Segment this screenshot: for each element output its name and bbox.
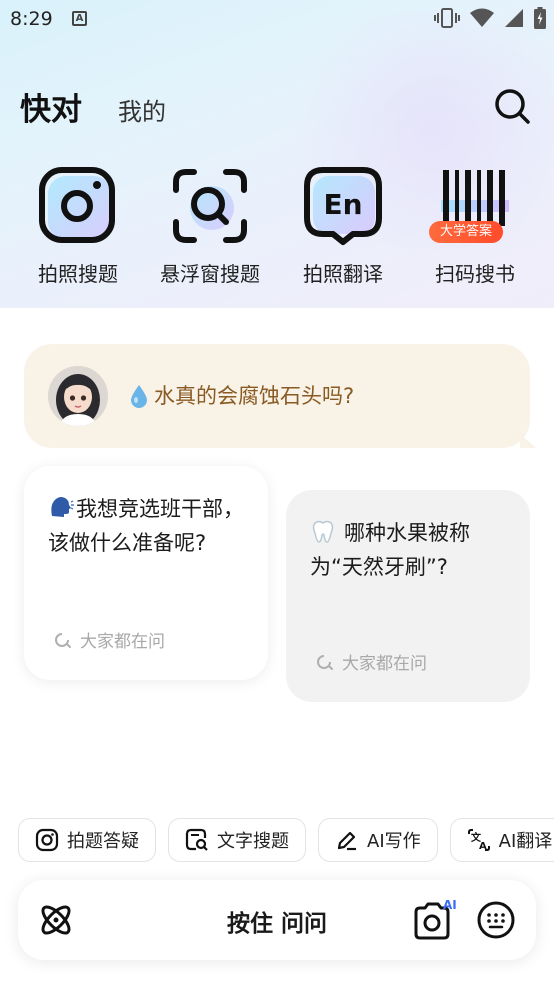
svg-text:A: A <box>479 841 487 852</box>
bottom-input-bar: 按住 问问 AI <box>18 880 536 960</box>
refresh-icon <box>317 654 333 670</box>
status-bar: 8:29 A <box>0 0 554 40</box>
tool-label: 拍照翻译 <box>303 262 383 286</box>
tool-float-search[interactable]: 悬浮窗搜题 <box>145 166 275 287</box>
hold-to-ask-button[interactable]: 按住 问问 <box>18 904 536 938</box>
card-meta-label: 大家都在问 <box>80 632 165 652</box>
question-card-text-content: 我想竞选班干部，该做什么准备呢? <box>48 497 244 555</box>
vibrate-icon <box>434 8 460 28</box>
tool-scan-book[interactable]: 大学答案 扫码搜书 <box>410 166 540 287</box>
question-card-text: 我想竞选班干部，该做什么准备呢? <box>48 492 244 560</box>
pen-icon <box>337 831 356 851</box>
card-meta: 大家都在问 <box>314 649 427 674</box>
translate-icon: 文 A <box>467 829 490 852</box>
avatar <box>48 366 108 426</box>
text-search-icon <box>185 828 208 851</box>
chip-photo-answer[interactable]: 拍题答疑 <box>18 818 156 862</box>
camera-icon <box>39 167 115 243</box>
float-search-icon <box>173 169 247 243</box>
ai-badge-text: AI <box>443 898 457 912</box>
tool-label: 扫码搜书 <box>435 262 515 286</box>
keyboard-button[interactable] <box>476 900 516 940</box>
battery-icon <box>534 7 546 29</box>
chip-label: 文字搜题 <box>217 831 289 852</box>
refresh-icon <box>55 632 71 648</box>
badge-university-answers: 大学答案 <box>429 221 503 243</box>
card-meta: 大家都在问 <box>52 627 165 652</box>
svg-text:En: En <box>323 188 362 221</box>
feature-chips: 拍题答疑 文字搜题 AI写作 文 A AI翻译 <box>18 818 554 862</box>
tool-photo-translate[interactable]: En 拍照翻译 <box>278 166 408 287</box>
tool-label: 拍照搜题 <box>38 262 118 286</box>
chip-ai-writing[interactable]: AI写作 <box>318 818 438 862</box>
tool-label: 悬浮窗搜题 <box>160 262 260 286</box>
question-card[interactable]: 哪种水果被称为“天然牙刷”? 大家都在问 <box>286 490 530 702</box>
status-icons <box>434 6 546 30</box>
signal-icon <box>505 9 523 27</box>
card-meta-label: 大家都在问 <box>342 654 427 674</box>
question-card[interactable]: 我想竞选班干部，该做什么准备呢? 大家都在问 <box>24 466 268 680</box>
search-button[interactable] <box>492 86 532 126</box>
chip-label: AI翻译 <box>498 831 553 852</box>
question-card-text: 哪种水果被称为“天然牙刷”? <box>310 516 506 584</box>
ai-camera-button[interactable]: AI <box>412 898 458 942</box>
tooth-icon <box>312 520 334 543</box>
tool-photo-search[interactable]: 拍照搜题 <box>13 166 143 287</box>
speaking-head-icon <box>51 497 74 517</box>
ai-camera-icon: AI <box>414 898 457 940</box>
translate-en-icon: En <box>304 167 382 245</box>
notification-icon: A <box>72 11 87 26</box>
wifi-icon <box>470 8 494 27</box>
camera-icon <box>35 828 59 852</box>
chip-label: AI写作 <box>367 831 421 852</box>
status-time: 8:29 <box>10 8 53 30</box>
tab-mine[interactable]: 我的 <box>118 92 166 127</box>
search-icon <box>495 89 530 124</box>
chip-text-search[interactable]: 文字搜题 <box>168 818 306 862</box>
water-drop-icon <box>131 385 147 408</box>
featured-question[interactable]: 水真的会腐蚀石头吗? <box>24 344 530 448</box>
chip-ai-translate[interactable]: 文 A AI翻译 <box>449 818 554 862</box>
chip-label: 拍题答疑 <box>67 831 139 852</box>
featured-question-text: 水真的会腐蚀石头吗? <box>154 384 355 408</box>
keyboard-icon <box>477 901 515 939</box>
tab-kuaidui[interactable]: 快对 <box>20 84 82 129</box>
